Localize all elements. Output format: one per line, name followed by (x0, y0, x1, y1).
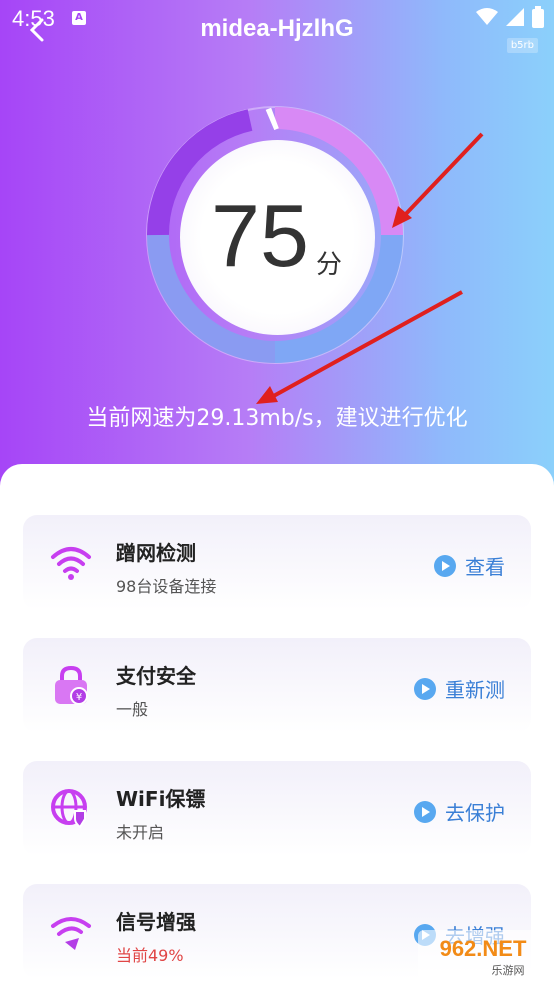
retest-button[interactable]: 重新测 (413, 674, 505, 703)
page-title: midea-HjzlhG (200, 15, 354, 42)
speed-message: 当前网速为29.13mb/s，建议进行优化 (86, 406, 468, 431)
play-icon (414, 800, 436, 823)
card-subtitle: 98台设备连接 (116, 577, 217, 596)
card-subtitle: 当前49% (116, 946, 184, 965)
card-payment-security[interactable]: ¥ 支付安全 一般 重新测 (23, 638, 531, 733)
globe-shield-icon (51, 789, 87, 829)
card-network-check[interactable]: 蹭网检测 98台设备连接 查看 (23, 515, 531, 610)
play-icon (414, 677, 436, 700)
card-title: 信号增强 (116, 910, 196, 934)
protect-button[interactable]: 去保护 (413, 797, 505, 826)
site-watermark: 962.NET 乐游网 (418, 930, 548, 980)
score-value: 75 (211, 186, 309, 285)
view-button[interactable]: 查看 (433, 551, 505, 580)
watermark-sub: 乐游网 (492, 964, 525, 977)
action-label: 重新测 (445, 678, 505, 702)
card-wifi-guard[interactable]: WiFi保镖 未开启 去保护 (23, 761, 531, 856)
action-label: 去保护 (445, 801, 505, 825)
card-title: 蹭网检测 (116, 541, 196, 565)
signal-boost-icon (51, 917, 91, 950)
wifi-icon (51, 547, 91, 580)
watermark-text: 962.NET (440, 936, 527, 961)
card-title: 支付安全 (116, 664, 196, 688)
card-subtitle: 一般 (116, 700, 149, 719)
action-label: 查看 (465, 555, 505, 579)
score-unit: 分 (316, 250, 343, 280)
play-icon (434, 554, 456, 577)
lock-yen-icon: ¥ (55, 665, 88, 705)
svg-text:¥: ¥ (76, 692, 82, 703)
card-subtitle: 未开启 (116, 823, 165, 842)
card-title: WiFi保镖 (116, 787, 206, 811)
device-badge: b5rb (506, 38, 538, 53)
